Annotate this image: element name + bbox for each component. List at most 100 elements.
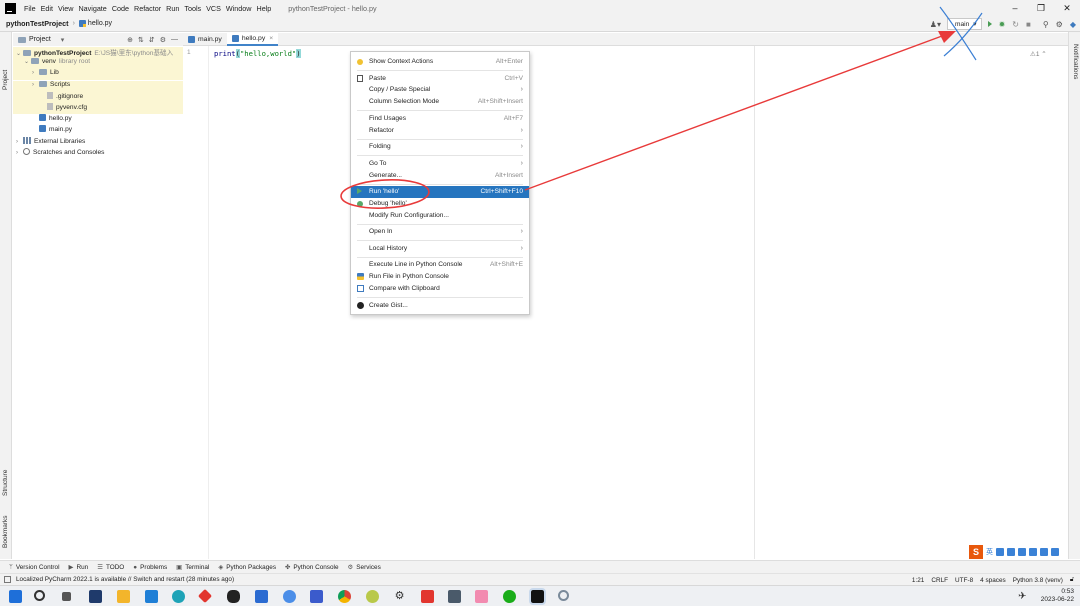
menu-vcs[interactable]: VCS — [206, 4, 221, 13]
bottom-tool-services[interactable]: ⚙ Services — [348, 563, 381, 572]
tree-row[interactable]: › External Libraries — [13, 136, 183, 148]
tree-row[interactable]: › Scripts — [13, 80, 183, 92]
menu-tools[interactable]: Tools — [184, 4, 201, 13]
app-icon-2[interactable] — [197, 588, 213, 604]
bottom-tool-python-packages[interactable]: ◈ Python Packages — [218, 563, 276, 572]
context-menu-item[interactable]: Open In › — [351, 226, 529, 238]
tree-chevron-icon[interactable]: ⌄ — [16, 50, 23, 57]
editor-tab[interactable]: hello.py × — [226, 32, 279, 46]
app-icon-8[interactable] — [475, 590, 488, 603]
structure-tool-button[interactable]: Structure — [2, 470, 9, 496]
tree-chevron-icon[interactable]: › — [16, 139, 23, 145]
project-tool-button[interactable]: ⇅ — [138, 36, 144, 44]
tray-icon[interactable]: ✈ — [1018, 591, 1031, 604]
close-button[interactable]: ✕ — [1054, 3, 1080, 14]
status-message[interactable]: Localized PyCharm 2022.1 is available //… — [16, 576, 234, 583]
stop-icon[interactable]: ■ — [1026, 20, 1031, 29]
task-view-icon[interactable] — [62, 592, 71, 601]
tree-chevron-icon[interactable]: ⌄ — [24, 58, 31, 65]
rerun-icon[interactable]: ↻ — [1012, 20, 1019, 29]
start-menu-icon[interactable] — [9, 590, 22, 603]
bookmarks-tool-button[interactable]: Bookmarks — [2, 515, 9, 548]
context-menu-item[interactable]: Refactor › — [351, 125, 529, 137]
update-icon[interactable]: ◆ — [1070, 20, 1076, 29]
context-menu-item[interactable]: Compare with Clipboard — [351, 283, 529, 295]
project-view-dropdown[interactable]: ▾ — [61, 36, 65, 44]
system-clock[interactable]: 0:53 2023-06-22 — [1041, 588, 1074, 604]
minimize-button[interactable]: – — [1002, 3, 1028, 13]
context-menu-item[interactable]: Find Usages Alt+F7 — [351, 113, 529, 125]
app-icon-4[interactable] — [283, 590, 296, 603]
tree-chevron-icon[interactable]: › — [16, 150, 23, 156]
menu-help[interactable]: Help — [257, 4, 272, 13]
project-tool-button[interactable]: ⇵ — [149, 36, 155, 44]
menu-file[interactable]: File — [24, 4, 36, 13]
ime-keyboard-icon[interactable] — [1018, 548, 1026, 556]
menu-refactor[interactable]: Refactor — [134, 4, 161, 13]
context-menu-item[interactable]: Local History › — [351, 243, 529, 255]
ime-logo[interactable]: S — [969, 545, 983, 559]
debug-icon[interactable]: ✹ — [999, 20, 1006, 29]
status-toggle-icon[interactable] — [4, 576, 11, 583]
tree-row[interactable]: pyvenv.cfg — [13, 103, 183, 114]
app-icon-1[interactable] — [89, 590, 102, 603]
breadcrumb-project[interactable]: pythonTestProject — [6, 19, 69, 28]
tree-chevron-icon[interactable]: › — [32, 70, 39, 76]
bottom-tool-todo[interactable]: ☰ TODO — [97, 563, 124, 572]
edge-icon[interactable] — [172, 590, 185, 603]
close-icon[interactable]: × — [269, 35, 273, 42]
context-menu-item[interactable]: Debug 'hello' — [351, 198, 529, 210]
wps-icon[interactable] — [421, 590, 434, 603]
bottom-tool-problems[interactable]: ● Problems — [133, 564, 167, 571]
ime-language[interactable]: 英 — [986, 547, 993, 557]
qq-icon[interactable] — [227, 590, 240, 603]
menu-code[interactable]: Code — [112, 4, 129, 13]
context-menu-item[interactable]: Column Selection Mode Alt+Shift+Insert — [351, 96, 529, 108]
settings-icon[interactable]: ⚙ — [1056, 20, 1063, 29]
context-menu-item[interactable]: Run File in Python Console — [351, 271, 529, 283]
lock-icon[interactable]: 🔓︎ — [1070, 576, 1074, 584]
context-menu-item[interactable]: Modify Run Configuration... — [351, 210, 529, 222]
bottom-tool-python-console[interactable]: ✤ Python Console — [285, 563, 338, 572]
bottom-tool-version-control[interactable]: ᛘ Version Control — [9, 564, 60, 571]
menu-run[interactable]: Run — [166, 4, 179, 13]
tree-row[interactable]: › Scratches and Consoles — [13, 147, 183, 159]
project-tool-button[interactable]: — — [171, 36, 178, 43]
user-menu-button[interactable]: ♟▾ — [930, 20, 941, 29]
context-menu-item[interactable]: Paste Ctrl+V — [351, 73, 529, 85]
search-icon[interactable]: ⚲ — [1043, 20, 1049, 29]
tree-row[interactable]: hello.py — [13, 114, 183, 125]
tree-row[interactable]: ⌄ pythonTestProject E:\JS猫\里东\python基础入 — [13, 47, 183, 58]
file-explorer-icon[interactable] — [117, 590, 130, 603]
menu-edit[interactable]: Edit — [41, 4, 53, 13]
app-icon-5[interactable] — [310, 590, 323, 603]
context-menu-item[interactable]: Generate... Alt+Insert — [351, 170, 529, 182]
tree-row[interactable]: › Lib — [13, 69, 183, 81]
tree-chevron-icon[interactable]: › — [32, 82, 39, 88]
inspection-widget[interactable]: ⚠1 ⌃ — [1030, 50, 1047, 58]
wechat-icon[interactable] — [503, 590, 516, 603]
mail-icon[interactable] — [145, 590, 158, 603]
ime-punct-icon[interactable] — [996, 548, 1004, 556]
file-encoding[interactable]: UTF-8 — [955, 577, 973, 584]
app-icon-3[interactable] — [255, 590, 268, 603]
context-menu-item[interactable]: Folding › — [351, 141, 529, 153]
project-tool-button[interactable]: Project — [2, 70, 9, 90]
ime-skin-icon[interactable] — [1029, 548, 1037, 556]
ime-mic-icon[interactable] — [1007, 548, 1015, 556]
context-menu-item[interactable]: Show Context Actions Alt+Enter — [351, 56, 529, 68]
run-config-selector[interactable]: main ▾ — [946, 18, 982, 30]
chrome-icon[interactable] — [338, 590, 351, 603]
context-menu-item[interactable]: Go To › — [351, 158, 529, 170]
settings-icon[interactable]: ⚙ — [393, 590, 406, 603]
app-icon-6[interactable] — [366, 590, 379, 603]
breadcrumb-file[interactable]: hello.py — [88, 20, 112, 27]
bottom-tool-run[interactable]: ▶ Run — [69, 563, 89, 572]
context-menu-item[interactable]: Create Gist... — [351, 300, 529, 312]
ime-grid-icon[interactable] — [1040, 548, 1048, 556]
pycharm-taskbar-icon[interactable] — [529, 588, 546, 605]
bottom-tool-terminal[interactable]: ▣ Terminal — [176, 563, 209, 572]
menu-view[interactable]: View — [58, 4, 73, 13]
context-menu-item[interactable]: Copy / Paste Special › — [351, 84, 529, 96]
caret-position[interactable]: 1:21 — [912, 577, 924, 584]
